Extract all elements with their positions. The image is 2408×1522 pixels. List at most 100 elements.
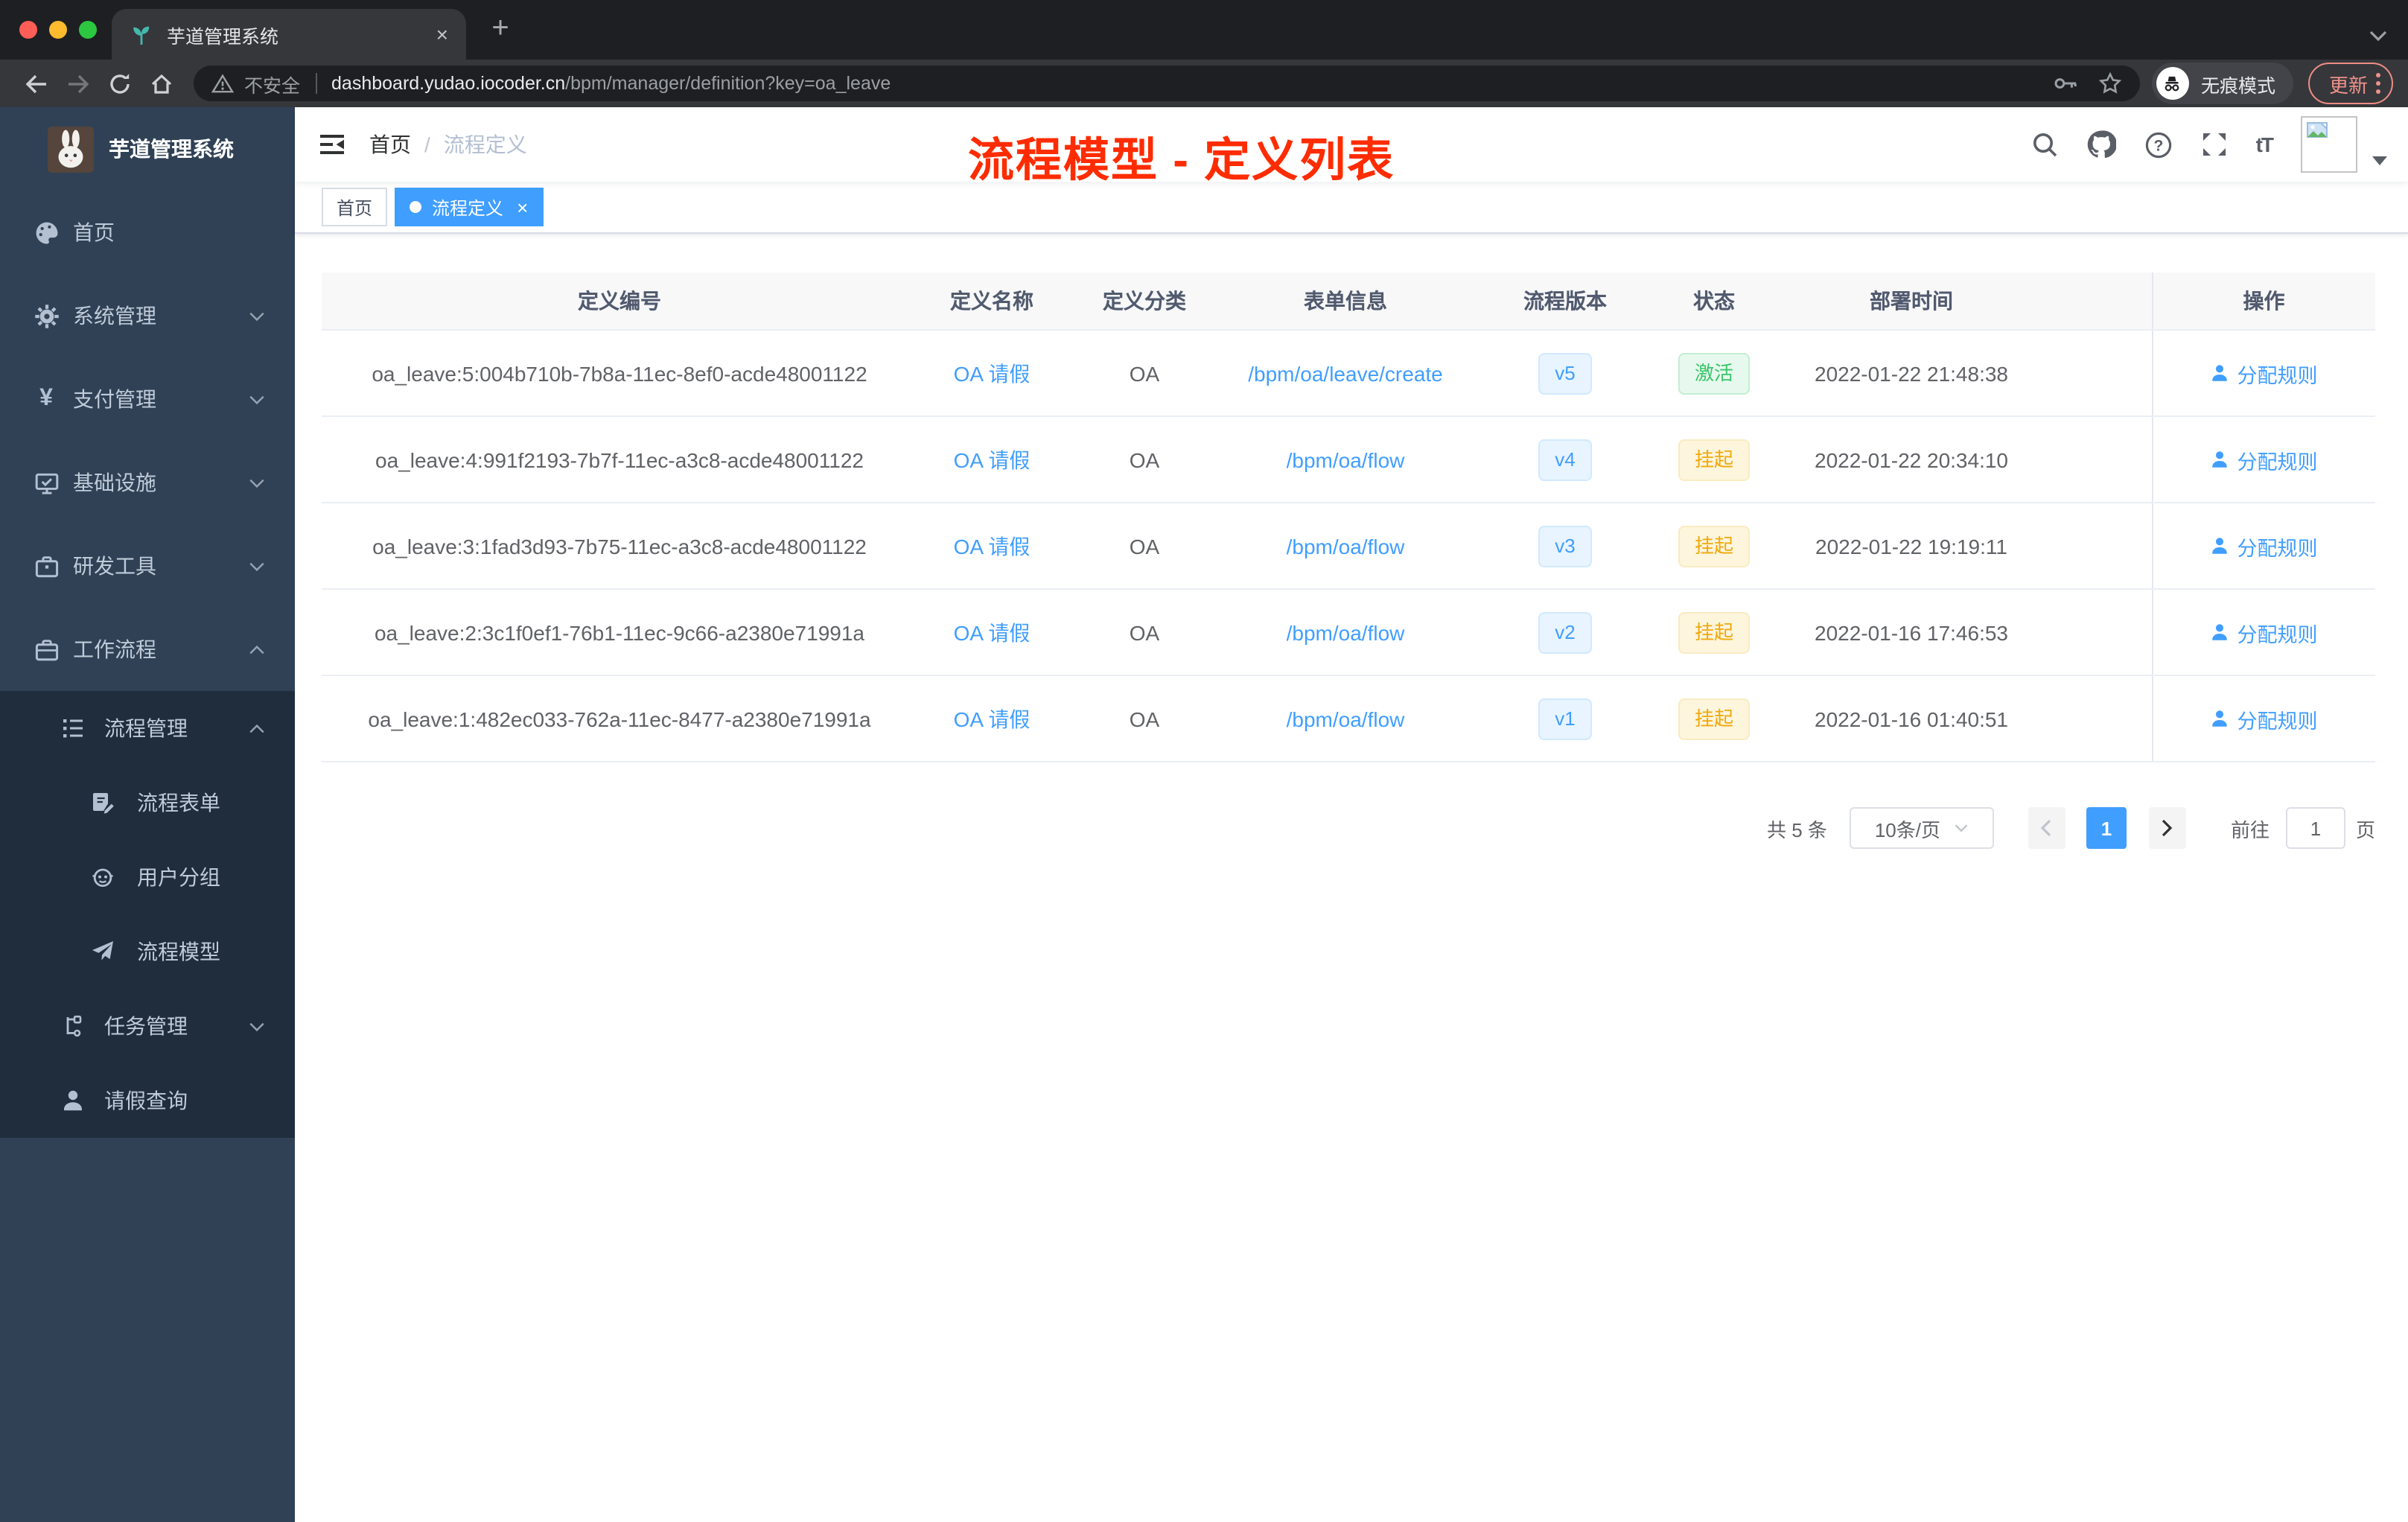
- action-label: 分配规则: [2237, 537, 2318, 559]
- definition-name-link[interactable]: OA 请假: [954, 361, 1031, 385]
- tab-search-chevron-icon[interactable]: [2369, 22, 2387, 49]
- definition-id: oa_leave:1:482ec033-762a-11ec-8477-a2380…: [322, 675, 917, 762]
- gear-icon: [33, 303, 60, 328]
- update-label[interactable]: 更新: [2329, 69, 2368, 98]
- version-badge: v2: [1538, 611, 1592, 653]
- sidebar-item-label: 请假查询: [104, 1089, 188, 1112]
- tag-home[interactable]: 首页: [322, 188, 388, 226]
- back-button[interactable]: [15, 63, 57, 104]
- sidebar-item-label: 基础设施: [73, 471, 156, 494]
- assign-rule-button[interactable]: 分配规则: [2211, 531, 2318, 561]
- minimize-window-button[interactable]: [49, 21, 67, 39]
- definition-name-link[interactable]: OA 请假: [954, 620, 1031, 644]
- sidebar-item-payment[interactable]: ¥ 支付管理: [0, 357, 295, 441]
- definition-id: oa_leave:3:1fad3d93-7b75-11ec-a3c8-acde4…: [322, 503, 917, 590]
- address-bar[interactable]: 不安全 dashboard.yudao.iocoder.cn/bpm/manag…: [194, 66, 2140, 101]
- action-label: 分配规则: [2237, 364, 2318, 386]
- avatar[interactable]: [2301, 116, 2357, 173]
- close-window-button[interactable]: [19, 21, 37, 39]
- status-badge: 挂起: [1678, 525, 1750, 567]
- goto-page-input[interactable]: [2285, 807, 2345, 849]
- url-path: /bpm/manager/definition?key=oa_leave: [565, 73, 891, 94]
- font-size-icon[interactable]: tT: [2256, 133, 2274, 156]
- deploy-time: 2022-01-22 21:48:38: [1766, 330, 2057, 417]
- tab-close-icon[interactable]: ×: [436, 24, 448, 45]
- filler-cell: [2057, 330, 2152, 417]
- sidebar-item-label: 流程模型: [137, 940, 220, 964]
- browser-tab[interactable]: 芋道管理系统 ×: [112, 9, 466, 60]
- password-key-icon[interactable]: [2054, 71, 2077, 95]
- browser-update-button[interactable]: 更新: [2307, 63, 2393, 104]
- version-badge: v4: [1538, 439, 1592, 480]
- assign-rule-button[interactable]: 分配规则: [2211, 358, 2318, 388]
- page-size-select[interactable]: 10条/页: [1849, 807, 1994, 849]
- assign-rule-button[interactable]: 分配规则: [2211, 445, 2318, 474]
- browser-menu-dots-icon[interactable]: [2375, 71, 2381, 95]
- window-controls: [19, 21, 97, 39]
- deploy-time: 2022-01-22 20:34:10: [1766, 416, 2057, 503]
- zoom-window-button[interactable]: [79, 21, 97, 39]
- sidebar-item-user-group[interactable]: 用户分组: [0, 840, 295, 914]
- definition-category: OA: [1066, 416, 1223, 503]
- version-badge: v5: [1538, 352, 1592, 394]
- search-icon[interactable]: [2031, 131, 2058, 158]
- user-icon: [60, 1089, 86, 1112]
- definition-table: 定义编号 定义名称 定义分类 表单信息 流程版本 状态 部署时间 操作 oa_l…: [322, 273, 2375, 762]
- sidebar-item-dev-tools[interactable]: 研发工具: [0, 524, 295, 608]
- fullscreen-icon[interactable]: [2201, 131, 2228, 158]
- main-panel: 首页 / 流程定义 ? tT 首页 流程定义 × 定义编号 定义名称 定义分类 …: [295, 107, 2408, 1522]
- definition-name-link[interactable]: OA 请假: [954, 534, 1031, 558]
- sidebar-item-process-model[interactable]: 流程模型: [0, 914, 295, 989]
- breadcrumb-home[interactable]: 首页: [369, 130, 411, 159]
- paper-plane-icon: [89, 940, 116, 964]
- sidebar-item-infrastructure[interactable]: 基础设施: [0, 441, 295, 524]
- forward-button[interactable]: [57, 63, 98, 104]
- app-logo-row[interactable]: 芋道管理系统: [0, 107, 295, 191]
- definition-category: OA: [1066, 675, 1223, 762]
- workflow-submenu: 流程管理 流程表单 用户分组 流程模型 任务管理 请假查询: [0, 691, 295, 1138]
- filler-cell: [2057, 675, 2152, 762]
- form-link[interactable]: /bpm/oa/flow: [1287, 620, 1405, 644]
- column-header: 部署时间: [1766, 273, 2057, 331]
- reload-button[interactable]: [98, 63, 140, 104]
- definition-name-link[interactable]: OA 请假: [954, 707, 1031, 730]
- form-link[interactable]: /bpm/oa/flow: [1287, 448, 1405, 471]
- sidebar-item-leave-query[interactable]: 请假查询: [0, 1063, 295, 1138]
- page-number-button[interactable]: 1: [2086, 807, 2127, 849]
- help-icon[interactable]: ?: [2144, 130, 2173, 159]
- prev-page-button[interactable]: [2028, 807, 2065, 849]
- definition-name-link[interactable]: OA 请假: [954, 448, 1031, 471]
- close-icon[interactable]: ×: [517, 196, 528, 218]
- definition-id: oa_leave:5:004b710b-7b8a-11ec-8ef0-acde4…: [322, 330, 917, 417]
- assign-rule-button[interactable]: 分配规则: [2211, 617, 2318, 647]
- version-badge: v1: [1538, 698, 1592, 739]
- security-warning-icon[interactable]: [211, 73, 234, 94]
- chevron-down-icon[interactable]: [2372, 156, 2387, 165]
- sidebar-item-label: 任务管理: [104, 1014, 188, 1038]
- content-area: 定义编号 定义名称 定义分类 表单信息 流程版本 状态 部署时间 操作 oa_l…: [295, 234, 2408, 1522]
- breadcrumb: 首页 / 流程定义: [369, 130, 527, 159]
- sidebar-item-workflow[interactable]: 工作流程: [0, 608, 295, 691]
- chevron-down-icon: [249, 311, 265, 321]
- sidebar-item-task-management[interactable]: 任务管理: [0, 989, 295, 1063]
- sidebar-item-process-management[interactable]: 流程管理: [0, 691, 295, 765]
- deploy-time: 2022-01-16 17:46:53: [1766, 589, 2057, 676]
- sidebar-item-process-form[interactable]: 流程表单: [0, 765, 295, 840]
- incognito-label: 无痕模式: [2200, 75, 2275, 96]
- home-button[interactable]: [140, 63, 182, 104]
- form-link[interactable]: /bpm/oa/leave/create: [1248, 361, 1443, 385]
- bookmark-star-icon[interactable]: [2098, 71, 2122, 95]
- next-page-button[interactable]: [2148, 807, 2186, 849]
- sidebar-item-system[interactable]: 系统管理: [0, 274, 295, 357]
- sidebar-item-label: 用户分组: [137, 865, 220, 889]
- sidebar-toggle-icon[interactable]: [319, 131, 345, 158]
- assign-rule-button[interactable]: 分配规则: [2211, 704, 2318, 733]
- github-icon[interactable]: [2086, 130, 2116, 159]
- new-tab-button[interactable]: +: [482, 12, 518, 48]
- security-label[interactable]: 不安全: [244, 69, 300, 98]
- form-link[interactable]: /bpm/oa/flow: [1287, 707, 1405, 730]
- form-link[interactable]: /bpm/oa/flow: [1287, 534, 1405, 558]
- sidebar-item-home[interactable]: 首页: [0, 191, 295, 274]
- incognito-badge: 无痕模式: [2151, 63, 2293, 104]
- tag-process-definition[interactable]: 流程定义 ×: [395, 188, 544, 226]
